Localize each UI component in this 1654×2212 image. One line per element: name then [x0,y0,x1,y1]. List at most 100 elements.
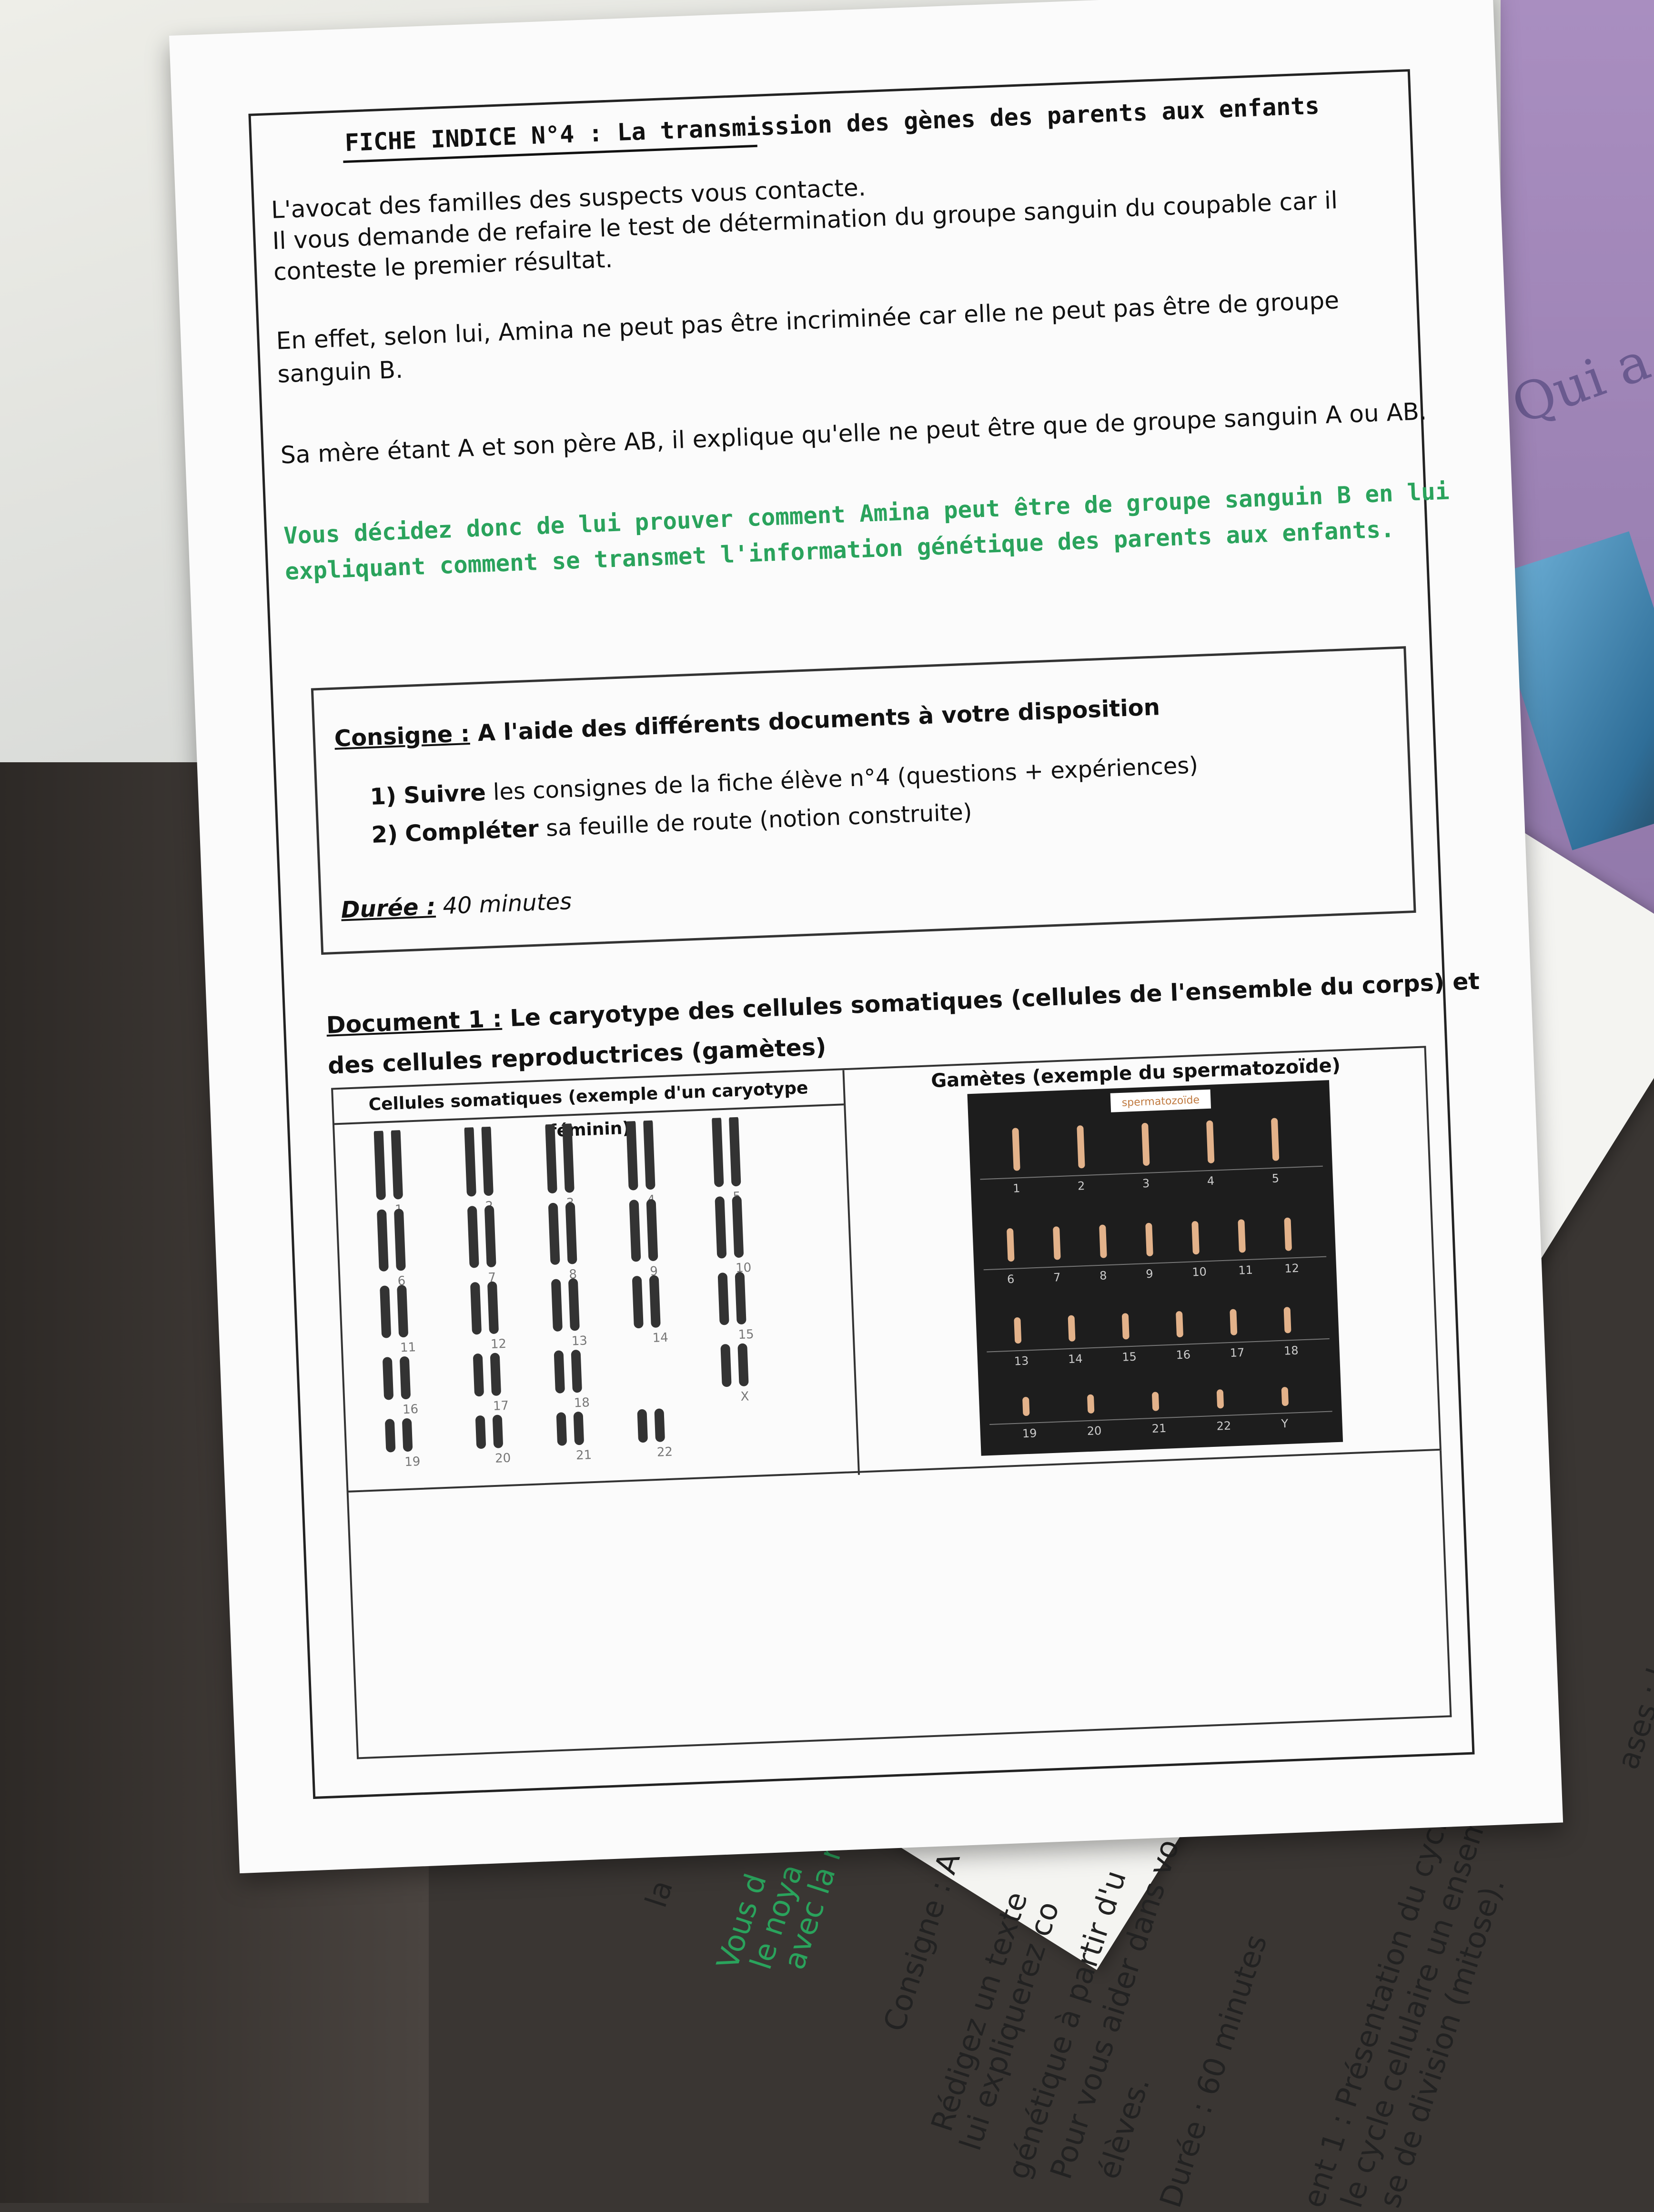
sperm-chromosome [1087,1394,1095,1414]
consigne-item: 1) Suivre les consignes de la fiche élèv… [370,752,1199,810]
consigne-text: A l'aide des différents documents à votr… [477,694,1160,747]
sperm-chromosome-number: 7 [1053,1271,1061,1284]
sperm-chromosome [1206,1120,1215,1163]
chromosome-number: 16 [403,1402,419,1417]
chromosome [568,1278,580,1331]
sperm-chromosome [1077,1125,1085,1169]
sperm-chromosome-number: 16 [1176,1348,1191,1362]
chromosome [473,1353,484,1397]
sperm-chromosome [1053,1226,1061,1260]
chromosome-number: X [740,1389,749,1404]
sperm-chromosome-number: 21 [1151,1422,1167,1435]
chromosome [380,1285,391,1338]
sperm-chromosome-number: 11 [1238,1263,1253,1277]
duration-line: Durée : 40 minutes [341,888,572,924]
sperm-karyotype-panel: spermatozoïde 1 2 3 4 5 6 7 8 9 10 11 12 13 14 15 16 17 18… [967,1080,1343,1456]
chromosome [487,1281,499,1334]
sperm-chromosome [1176,1311,1183,1338]
chromosome [548,1202,560,1265]
sperm-karyotype: spermatozoïde1 2 3 4 56 7 8 9 10 11 1213 14 15 16 17 18… [980,1089,1332,1440]
chromosome [391,1128,403,1200]
sperm-chromosome-number: 15 [1122,1350,1137,1364]
chromosome-pair [548,1202,577,1265]
item-verb: Suivre [403,779,486,809]
chromosome [464,1125,476,1197]
chromosome [562,1121,575,1193]
sperm-chromosome-number: 20 [1087,1424,1102,1438]
chromosome-pair [715,1196,744,1259]
chromosome [732,1196,744,1258]
chromosome [712,1115,724,1187]
karyotype-table: Cellules somatiques (exemple d'un caryot… [331,1046,1442,1493]
sperm-chromosome [1230,1309,1238,1335]
sperm-chromosome-number: 14 [1068,1352,1083,1366]
chromosome-number: 14 [652,1331,668,1345]
chromosome-pair [712,1115,741,1187]
chromosome [400,1356,411,1400]
chromosome [545,1121,557,1193]
chromosome [383,1357,393,1400]
chromosome-pair [551,1278,580,1332]
chromosome-number: 19 [404,1454,421,1469]
chromosome-pair [464,1124,494,1197]
chromosome [646,1199,658,1261]
lower-sheet-fragment: Consigne : A [877,1848,967,2036]
duration-value: 40 minutes [442,888,573,920]
chromosome [649,1275,661,1328]
sperm-chromosome [1283,1307,1291,1333]
chromosome-pair [383,1356,411,1400]
chromosome-pair [632,1275,661,1329]
sperm-chromosome-number: 22 [1216,1419,1231,1433]
sperm-chromosome-number: 19 [1022,1426,1037,1440]
chromosome [394,1209,406,1271]
chromosome-pair [377,1209,406,1272]
sperm-chromosome-number: 5 [1271,1172,1279,1185]
lower-sheet-fragment: Durée : 60 minutes [1153,1930,1274,2212]
item-text: les consignes de la fiche élève n°4 (que… [492,752,1199,806]
chromosome-pair [637,1408,665,1443]
sperm-chromosome-number: 8 [1099,1269,1107,1283]
sperm-chromosome [1022,1397,1030,1416]
chromosome [735,1272,746,1324]
chromosome-pair [385,1418,413,1453]
chromosome [571,1350,582,1393]
sperm-chromosome [1099,1224,1107,1258]
sperm-chromosome [1238,1219,1246,1253]
chromosome-pair [717,1272,746,1325]
chromosome [493,1414,503,1448]
chromosome-pair [380,1285,408,1338]
chromosome-number: 15 [738,1327,754,1342]
sperm-chromosome [1271,1118,1280,1161]
chromosome-number: 12 [490,1337,506,1352]
chromosome-number: 20 [495,1451,511,1466]
chromosome-number: 11 [400,1340,416,1355]
chromosome [573,1412,584,1445]
blank-answer-area [346,1450,1452,1759]
chromosome [654,1408,665,1442]
chromosome-number: 18 [574,1395,590,1410]
chromosome-pair [373,1128,403,1200]
chromosome [484,1205,496,1267]
sperm-chromosome [1141,1123,1150,1166]
sperm-chromosome [1216,1389,1224,1409]
chromosome [377,1209,389,1272]
sperm-chromosome-number: 10 [1192,1265,1207,1279]
chromosome [720,1344,732,1387]
chromosome [565,1202,577,1264]
sperm-chromosome [1068,1315,1076,1342]
chromosome-number: 22 [656,1445,673,1460]
chromosome [626,1119,638,1191]
chromosome [551,1279,563,1332]
chromosome-pair [554,1350,582,1394]
consigne-line: Consigne : A l'aide des différents docum… [334,694,1160,752]
sperm-chromosome-number: 17 [1230,1346,1245,1360]
chromosome [717,1273,729,1325]
clue-sheet: FICHE INDICE N°4 : La transmission des g… [169,0,1563,1874]
chromosome [373,1128,386,1200]
sperm-chromosome-number: 4 [1207,1174,1214,1188]
chromosome-pair [556,1412,584,1446]
consigne-label: Consigne : [333,720,471,752]
chromosome [475,1415,486,1449]
sperm-chromosome-number: 2 [1078,1179,1085,1193]
sperm-chromosome [1014,1317,1022,1344]
